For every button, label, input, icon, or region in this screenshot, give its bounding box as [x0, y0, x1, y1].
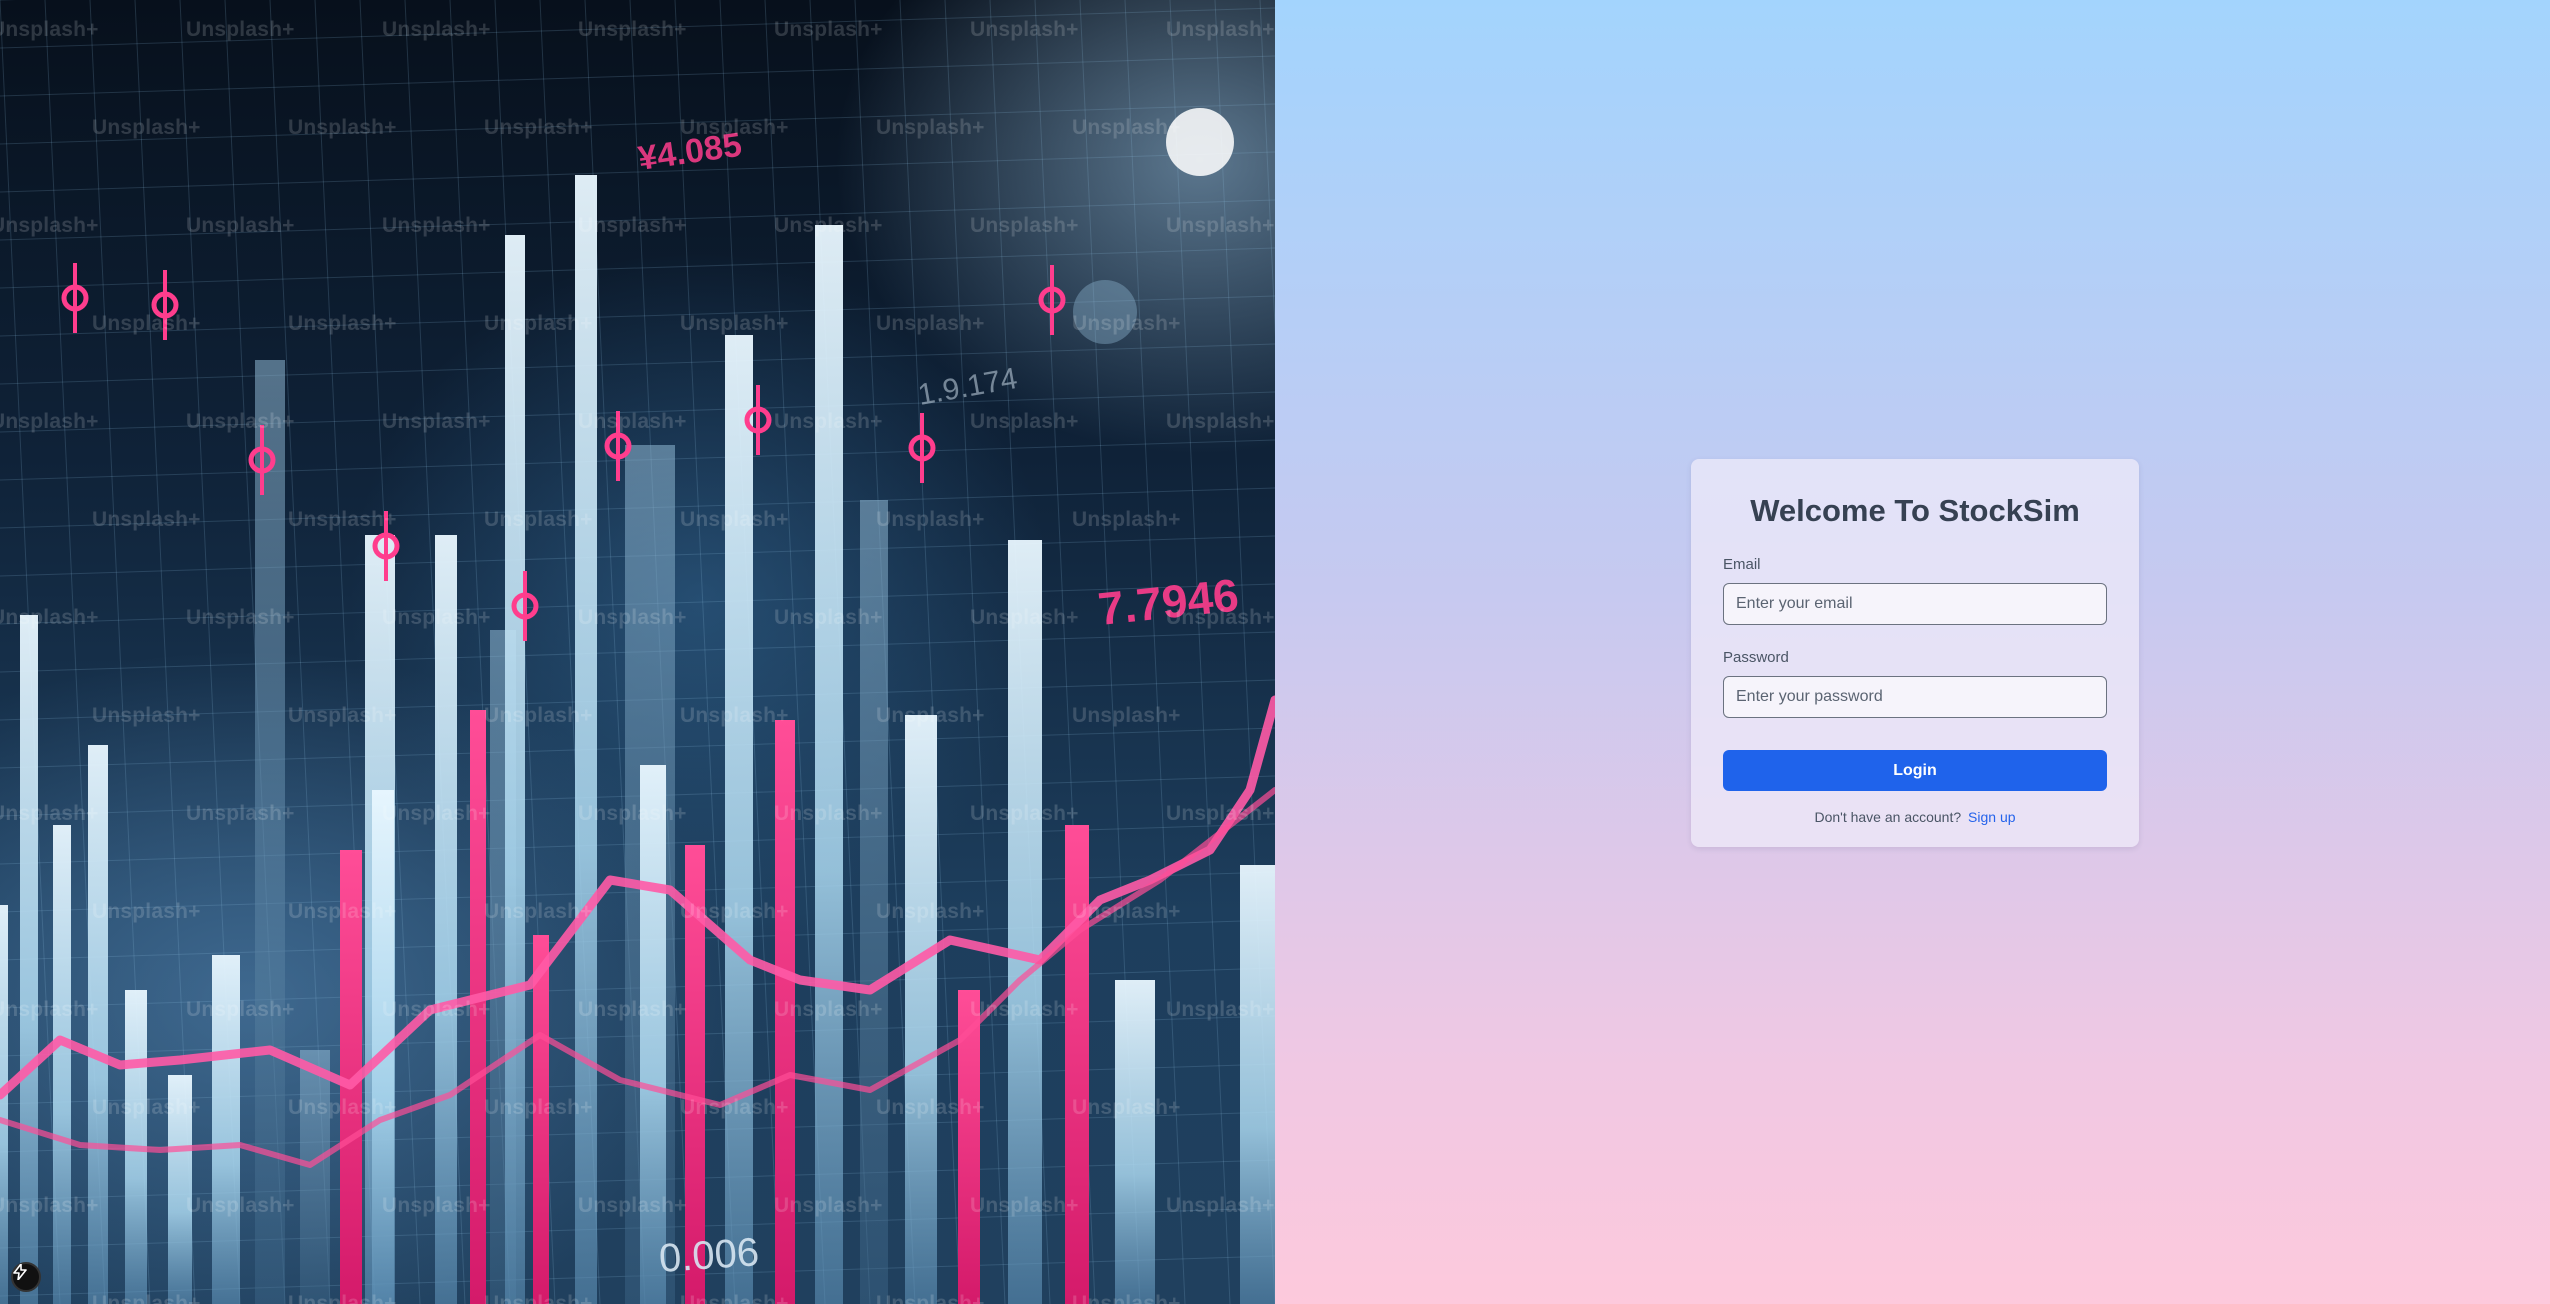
stock-chart-illustration: ¥4.085 7.7946 0.006 1.9.174: [0, 0, 1275, 1304]
chart-bar: [168, 1075, 192, 1304]
lightning-icon[interactable]: [11, 1262, 41, 1292]
chart-bar: [505, 235, 525, 1304]
hero-image: ¥4.085 7.7946 0.006 1.9.174 Unsplash+ Uns…: [0, 0, 1275, 1304]
password-label: Password: [1723, 649, 1789, 666]
candle-marker: [151, 270, 179, 340]
chart-bar: [640, 765, 666, 1304]
chart-bar: [20, 615, 38, 1304]
chart-bar: [1008, 540, 1042, 1304]
chart-bar: [300, 1050, 330, 1304]
chart-bar: [575, 175, 597, 1304]
email-field[interactable]: [1723, 583, 2107, 625]
chart-bar: [255, 360, 285, 1304]
chart-bar: [905, 715, 937, 1304]
price-label-mid: 1.9.174: [915, 362, 1019, 412]
login-card: Welcome To StockSim Email Password Login…: [1691, 459, 2139, 847]
light-flare: [1166, 108, 1234, 176]
chart-bar: [1065, 825, 1089, 1304]
chart-bar: [0, 905, 8, 1304]
password-field[interactable]: [1723, 676, 2107, 718]
chart-bar: [53, 825, 71, 1304]
price-label-right: 7.7946: [1096, 569, 1241, 635]
email-label: Email: [1723, 556, 1761, 573]
auth-panel: Welcome To StockSim Email Password Login…: [1275, 0, 2550, 1304]
chart-bar: [775, 720, 795, 1304]
signup-prompt: Don't have an account?: [1814, 809, 1962, 825]
chart-bar: [88, 745, 108, 1304]
chart-bar: [470, 710, 486, 1304]
chart-bar: [1240, 865, 1275, 1304]
light-bokeh: [1073, 280, 1137, 344]
price-label-bottom: 0.006: [658, 1230, 761, 1281]
login-button[interactable]: Login: [1723, 750, 2107, 791]
signup-row: Don't have an account? Sign up: [1723, 809, 2107, 825]
chart-bar: [533, 935, 549, 1304]
chart-bar: [860, 500, 888, 1304]
chart-bar: [212, 955, 240, 1304]
page-title: Welcome To StockSim: [1750, 493, 2080, 528]
chart-bar: [725, 335, 753, 1304]
candle-marker: [1038, 265, 1066, 335]
chart-bar: [1115, 980, 1155, 1304]
signup-link[interactable]: Sign up: [1968, 809, 2015, 825]
chart-bar: [435, 535, 457, 1304]
candle-marker: [61, 263, 89, 333]
candle-marker: [908, 413, 936, 483]
chart-bar: [815, 225, 843, 1304]
